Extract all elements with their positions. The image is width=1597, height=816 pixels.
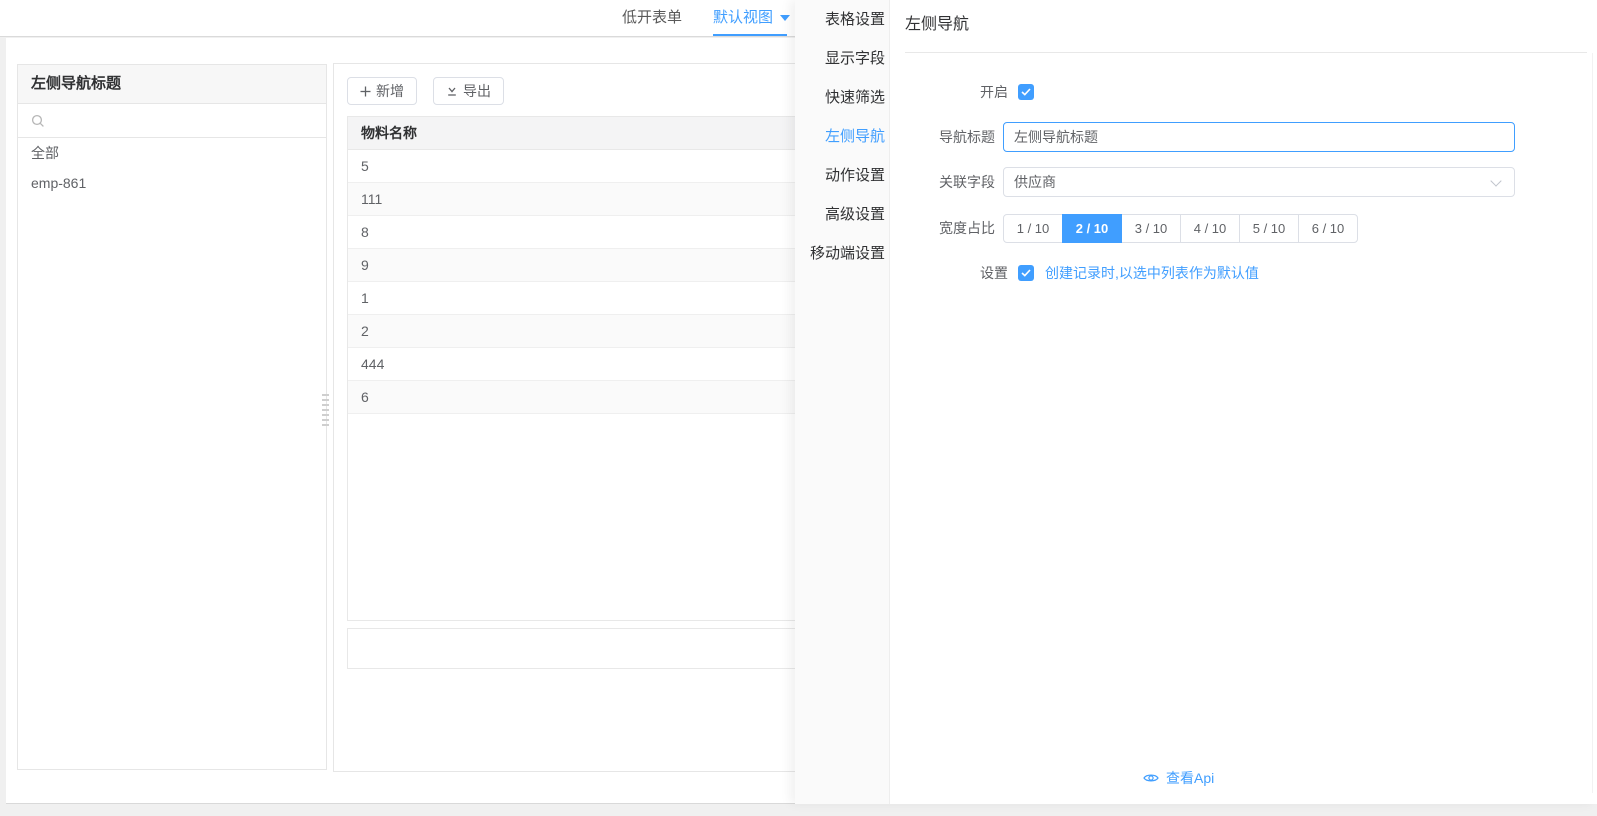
add-button-label: 新增 (376, 83, 404, 99)
width-ratio-option-6[interactable]: 6 / 10 (1298, 214, 1358, 243)
nav-item-all[interactable]: 全部 (18, 138, 326, 168)
width-ratio-option-2[interactable]: 2 / 10 (1062, 214, 1122, 243)
download-icon (448, 87, 456, 96)
eye-icon (1143, 774, 1159, 782)
settings-panel: 左侧导航 开启 导航标题 关联字段 供应商 宽度占比 1 / 10 2 / 10… (890, 0, 1597, 804)
nav-title-input[interactable] (1003, 122, 1515, 152)
add-button[interactable]: 新增 (347, 77, 417, 105)
width-ratio-option-4[interactable]: 4 / 10 (1180, 214, 1240, 243)
enable-label: 开启 (980, 84, 1008, 100)
panel-resize-handle[interactable] (322, 394, 329, 428)
menu-item-table-settings[interactable]: 表格设置 (795, 0, 889, 39)
related-field-select[interactable]: 供应商 (1003, 167, 1515, 197)
chevron-down-icon (1490, 175, 1502, 187)
tab-default-view-label: 默认视图 (713, 9, 774, 26)
active-tab-underline (713, 34, 787, 36)
chevron-down-icon (780, 15, 791, 22)
related-field-label: 关联字段 (939, 174, 995, 190)
width-ratio-option-3[interactable]: 3 / 10 (1121, 214, 1181, 243)
plus-icon (360, 86, 371, 96)
search-icon (31, 114, 44, 127)
enable-checkbox[interactable] (1018, 84, 1034, 100)
menu-item-quick-filter[interactable]: 快速筛选 (795, 78, 889, 117)
check-icon (1021, 269, 1031, 277)
nav-title-label: 导航标题 (939, 129, 995, 145)
settings-panel-title: 左侧导航 (905, 16, 970, 33)
width-ratio-segment: 1 / 10 2 / 10 3 / 10 4 / 10 5 / 10 6 / 1… (1003, 214, 1358, 243)
setting-label: 设置 (980, 265, 1008, 281)
menu-item-advanced-settings[interactable]: 高级设置 (795, 195, 889, 234)
settings-drawer: 表格设置 显示字段 快速筛选 左侧导航 动作设置 高级设置 移动端设置 左侧导航… (795, 0, 1597, 804)
tab-form[interactable]: 低开表单 (622, 0, 682, 36)
tab-default-view[interactable]: 默认视图 (713, 0, 791, 36)
menu-item-action-settings[interactable]: 动作设置 (795, 156, 889, 195)
width-ratio-option-5[interactable]: 5 / 10 (1239, 214, 1299, 243)
width-ratio-option-1[interactable]: 1 / 10 (1003, 214, 1063, 243)
setting-checkbox[interactable] (1018, 265, 1034, 281)
menu-item-left-nav[interactable]: 左侧导航 (795, 117, 889, 156)
export-button[interactable]: 导出 (433, 77, 504, 105)
setting-description[interactable]: 创建记录时,以选中列表作为默认值 (1045, 265, 1259, 282)
related-field-value: 供应商 (1014, 174, 1056, 190)
view-api-link[interactable]: 查看Api (1143, 768, 1214, 788)
settings-menu: 表格设置 显示字段 快速筛选 左侧导航 动作设置 高级设置 移动端设置 (795, 0, 890, 804)
view-api-label: 查看Api (1166, 770, 1215, 786)
left-nav-search-row (18, 104, 326, 138)
nav-item-emp[interactable]: emp-861 (18, 168, 326, 198)
left-nav-title: 左侧导航标题 (18, 65, 326, 104)
check-icon (1021, 88, 1031, 96)
menu-item-mobile-settings[interactable]: 移动端设置 (795, 234, 889, 273)
width-ratio-label: 宽度占比 (939, 220, 995, 236)
scrollbar-track[interactable] (1592, 53, 1593, 793)
left-nav-panel: 左侧导航标题 全部 emp-861 (17, 64, 327, 770)
search-input[interactable] (50, 104, 320, 137)
export-button-label: 导出 (463, 83, 491, 99)
menu-item-display-fields[interactable]: 显示字段 (795, 39, 889, 78)
divider (905, 52, 1587, 53)
